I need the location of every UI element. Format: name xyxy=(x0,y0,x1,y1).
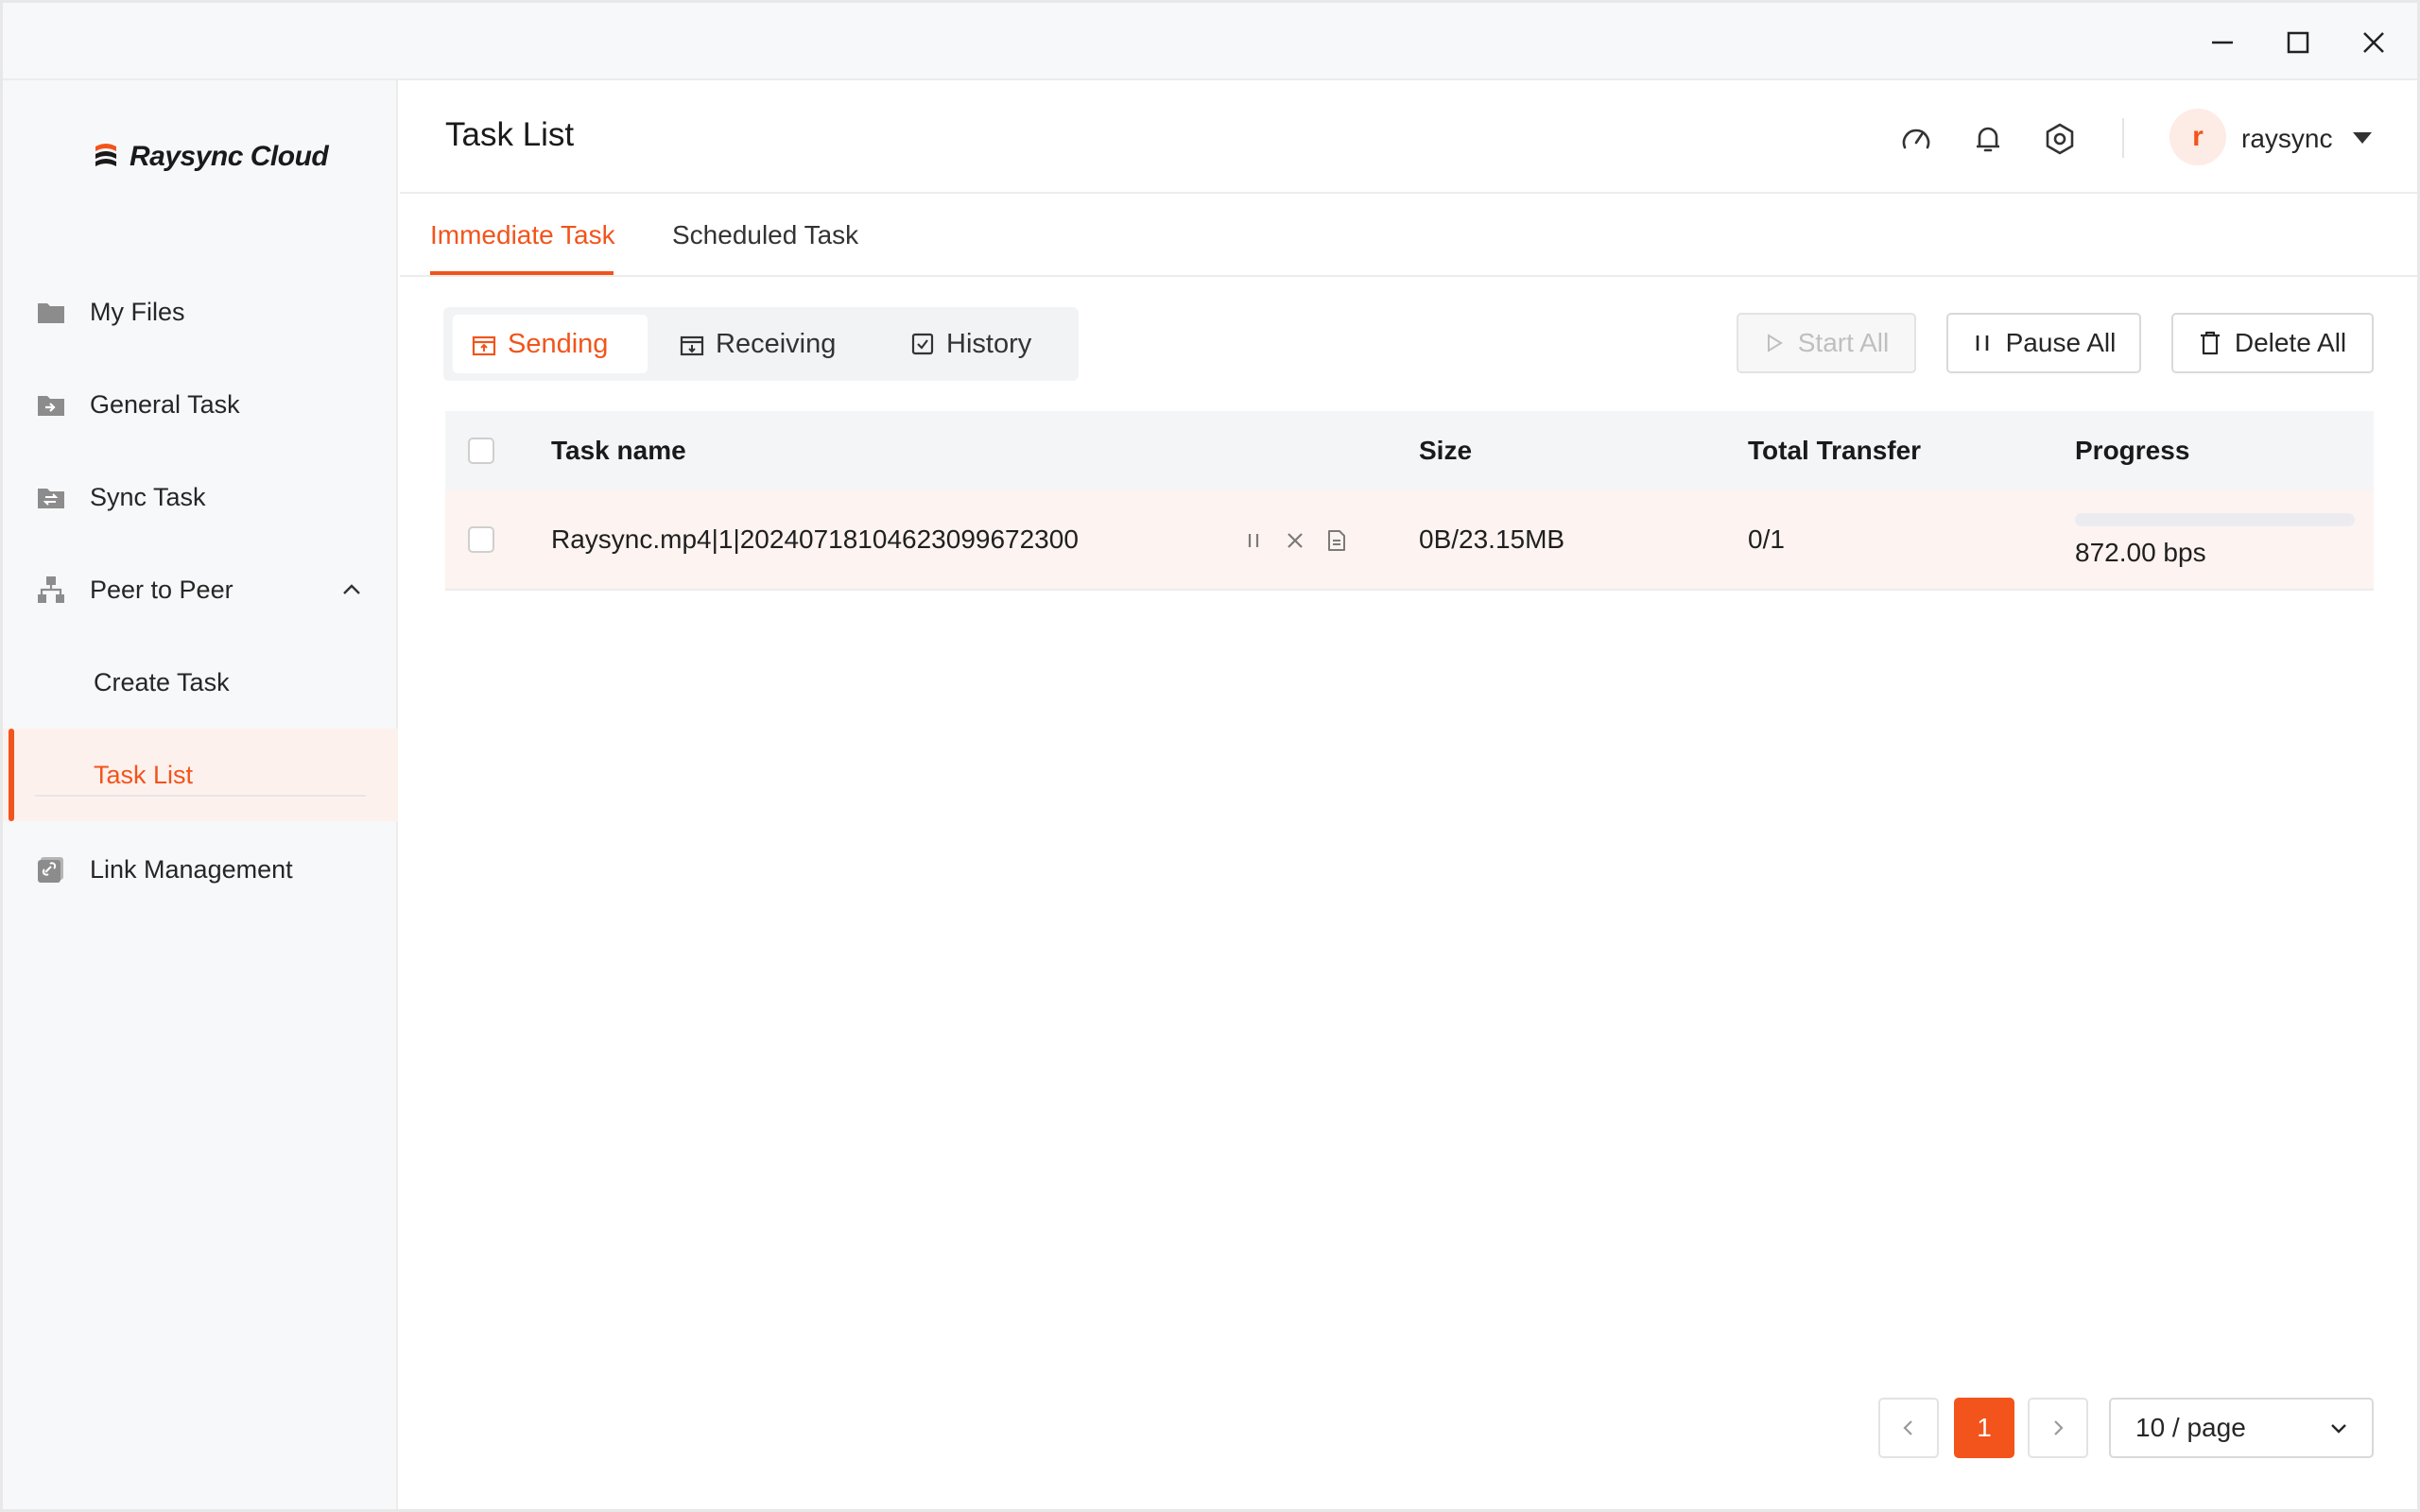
column-header-progress[interactable]: Progress xyxy=(2075,436,2189,466)
chevron-left-icon xyxy=(1903,1420,1912,1435)
sidebar-item-link-management[interactable]: Link Management xyxy=(3,823,398,916)
sidebar-item-sync-task[interactable]: Sync Task xyxy=(3,451,398,543)
direction-segmented-control: Sending Receiving History xyxy=(443,307,1079,381)
sidebar-item-label: Create Task xyxy=(94,667,230,696)
progress-bar xyxy=(2075,513,2355,526)
play-icon xyxy=(1767,334,1783,352)
task-name-cell: Raysync.mp4|1|20240718104623099672300 xyxy=(551,524,1079,554)
page-size-select[interactable]: 10 / page xyxy=(2109,1398,2374,1458)
segment-sending[interactable]: Sending xyxy=(453,315,648,373)
folder-icon xyxy=(37,298,65,326)
task-tabs: Immediate Task Scheduled Task xyxy=(400,196,2417,277)
minimize-icon[interactable] xyxy=(2194,18,2251,67)
delete-all-button[interactable]: Delete All xyxy=(2171,313,2374,373)
sidebar-item-label: Peer to Peer xyxy=(90,575,233,604)
caret-down-icon[interactable] xyxy=(2351,129,2374,146)
tab-immediate-task[interactable]: Immediate Task xyxy=(430,220,615,250)
page-size-label: 10 / page xyxy=(2135,1413,2246,1442)
sidebar: Raysync Cloud My Files General Task Sync… xyxy=(3,80,398,1509)
segment-history[interactable]: History xyxy=(891,315,1071,373)
page-button-current[interactable]: 1 xyxy=(1954,1398,2014,1458)
task-details-icon[interactable] xyxy=(1322,526,1351,555)
sidebar-item-general-task[interactable]: General Task xyxy=(3,358,398,451)
raysync-logo-icon xyxy=(95,144,116,166)
pause-all-button[interactable]: Pause All xyxy=(1946,313,2141,373)
chevron-up-icon[interactable] xyxy=(339,577,364,602)
table-row[interactable]: Raysync.mp4|1|20240718104623099672300 0B… xyxy=(445,490,2374,591)
sidebar-item-label: Sync Task xyxy=(90,482,206,511)
active-tab-indicator xyxy=(430,271,614,275)
link-folder-icon xyxy=(37,855,65,884)
pause-task-icon[interactable] xyxy=(1239,526,1268,555)
segment-label: Sending xyxy=(508,328,609,359)
sidebar-item-label: Link Management xyxy=(90,854,293,884)
app-window: Raysync Cloud My Files General Task Sync… xyxy=(0,0,2420,1512)
maximize-icon[interactable] xyxy=(2270,18,2326,67)
cancel-task-icon[interactable] xyxy=(1281,526,1309,555)
start-all-button[interactable]: Start All xyxy=(1737,313,1916,373)
download-box-icon xyxy=(680,335,704,356)
sidebar-item-label: General Task xyxy=(90,389,240,419)
title-bar xyxy=(3,3,2417,80)
speed-icon[interactable] xyxy=(1897,120,1935,158)
settings-icon[interactable] xyxy=(2041,120,2079,158)
sidebar-item-task-list[interactable]: Task List xyxy=(3,729,398,821)
next-page-button[interactable] xyxy=(2028,1398,2088,1458)
column-header-total-transfer[interactable]: Total Transfer xyxy=(1748,436,1921,466)
logo-text: Raysync Cloud xyxy=(130,141,329,172)
prev-page-button[interactable] xyxy=(1878,1398,1939,1458)
segment-receiving[interactable]: Receiving xyxy=(661,315,878,373)
network-icon xyxy=(37,576,65,604)
size-cell: 0B/23.15MB xyxy=(1419,524,1565,554)
column-header-size[interactable]: Size xyxy=(1419,436,1472,466)
sidebar-item-peer-to-peer[interactable]: Peer to Peer xyxy=(3,543,398,636)
sidebar-item-create-task[interactable]: Create Task xyxy=(3,636,398,729)
total-transfer-cell: 0/1 xyxy=(1748,524,1785,554)
sidebar-divider xyxy=(35,795,366,797)
segment-label: Receiving xyxy=(716,328,837,359)
transfer-speed: 872.00 bps xyxy=(2075,538,2206,567)
table-header: Task name Size Total Transfer Progress xyxy=(445,411,2374,490)
select-all-checkbox[interactable] xyxy=(468,438,494,464)
row-checkbox[interactable] xyxy=(468,526,494,553)
app-logo: Raysync Cloud xyxy=(92,133,329,180)
start-all-label: Start All xyxy=(1797,328,1890,357)
segment-label: History xyxy=(946,328,1032,359)
bell-icon[interactable] xyxy=(1969,120,2007,158)
folder-sync-icon xyxy=(37,483,65,511)
pause-icon xyxy=(1976,335,1988,351)
column-header-task-name[interactable]: Task name xyxy=(551,436,686,466)
upload-box-icon xyxy=(472,335,496,356)
check-box-icon xyxy=(911,333,934,355)
header-divider xyxy=(2122,118,2124,158)
pause-all-label: Pause All xyxy=(2005,328,2117,357)
chevron-down-icon xyxy=(2331,1424,2346,1434)
delete-all-label: Delete All xyxy=(2234,328,2347,357)
folder-arrow-icon xyxy=(37,390,65,419)
chevron-right-icon xyxy=(2054,1420,2064,1435)
main-header: Task List r raysync xyxy=(400,80,2417,194)
trash-icon xyxy=(2200,331,2220,355)
username[interactable]: raysync xyxy=(2241,124,2332,154)
close-icon[interactable] xyxy=(2345,18,2402,67)
sidebar-item-my-files[interactable]: My Files xyxy=(3,266,398,358)
avatar[interactable]: r xyxy=(2169,109,2226,165)
tab-scheduled-task[interactable]: Scheduled Task xyxy=(672,220,858,250)
sidebar-item-label: Task List xyxy=(94,760,194,789)
page-title: Task List xyxy=(445,116,575,153)
sidebar-item-label: My Files xyxy=(90,297,185,326)
